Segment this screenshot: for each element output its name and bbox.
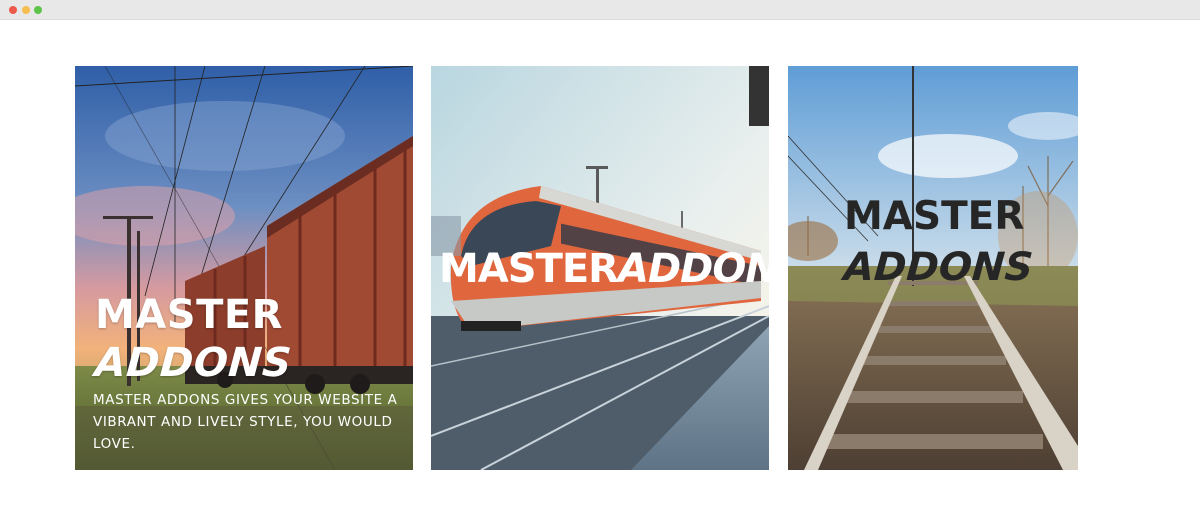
maximize-window-button[interactable]: [34, 6, 42, 14]
card-title-line2: ADDONS: [842, 245, 1035, 290]
card-freight-train[interactable]: MASTER ADDONS MASTER ADDONS GIVES YOUR W…: [75, 66, 413, 470]
card-passenger-train[interactable]: MASTERADDONS: [431, 66, 769, 470]
card-description: MASTER ADDONS GIVES YOUR WEBSITE A VIBRA…: [93, 392, 398, 452]
close-window-button[interactable]: [9, 6, 17, 14]
card-title-line1: MASTER: [844, 194, 1025, 239]
card-title-line2: ADDONS: [93, 340, 294, 386]
card-railroad-tracks[interactable]: MASTER ADDONS: [788, 66, 1078, 470]
card-title: MASTERADDONS: [439, 246, 769, 292]
card-title-part1: MASTER: [439, 246, 619, 292]
window-titlebar: [0, 0, 1200, 20]
card-title-line1: MASTER: [95, 292, 283, 338]
minimize-window-button[interactable]: [22, 6, 30, 14]
card-title-part2: ADDONS: [617, 246, 769, 292]
